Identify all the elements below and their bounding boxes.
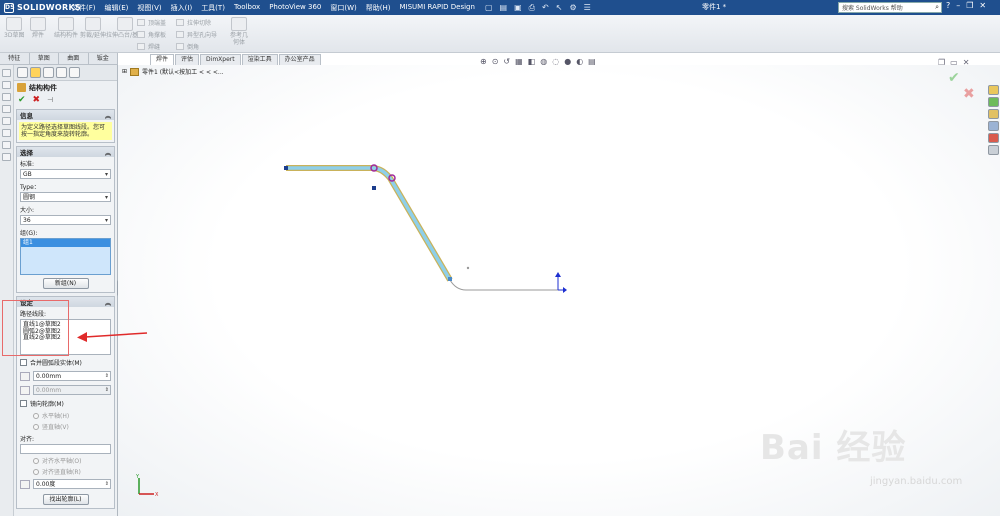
arc-center-point: [372, 186, 376, 190]
svg-text:X: X: [155, 492, 159, 498]
annotation-arrow: [77, 332, 148, 342]
origin-x-arrow: [563, 287, 567, 293]
coordinate-triad: Y X: [135, 474, 159, 498]
structural-member-fill: [286, 166, 452, 281]
annotation-highlight-box: [2, 300, 69, 356]
sketch-line-remaining: [449, 279, 558, 291]
sketch-point: [466, 266, 470, 270]
origin-y-arrow: [555, 272, 561, 277]
watermark-url: jingyan.baidu.com: [870, 476, 963, 487]
sketch-endpoint: [284, 166, 288, 170]
watermark-logo: Bai 经验: [760, 428, 907, 468]
sketch-point: [448, 277, 452, 281]
structural-member-preview: [286, 165, 453, 282]
